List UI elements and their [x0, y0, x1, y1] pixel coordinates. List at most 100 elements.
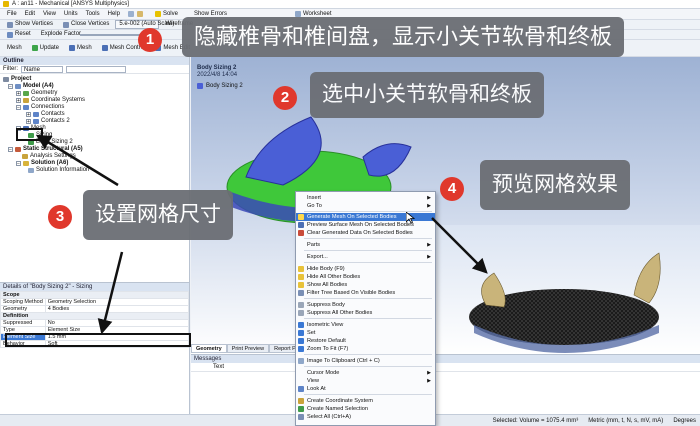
menu-item-hide-body[interactable]: Hide Body (F9) [296, 265, 435, 273]
details-row: Scope [0, 291, 189, 299]
tree-item-project[interactable]: Project [3, 76, 31, 83]
details-row[interactable]: Geometry 4 Bodies [0, 305, 190, 313]
step-1-badge: 1 [138, 28, 162, 52]
clipboard-icon [298, 358, 304, 364]
step-4-badge: 4 [440, 177, 464, 201]
menu-item-hide-all-other-bodies[interactable]: Hide All Other Bodies [296, 273, 435, 281]
menu-tools[interactable]: Tools [82, 9, 104, 20]
tree-item-contacts-2[interactable]: + Contacts 2 [26, 118, 70, 125]
reset-button[interactable]: Reset [3, 30, 35, 39]
submenu-arrow-icon: ▶ [427, 195, 431, 201]
menu-item-set[interactable]: Set [296, 329, 435, 337]
bulb-icon [298, 266, 304, 272]
menu-item-restore-default[interactable]: Restore Default [296, 337, 435, 345]
tree-item-solution[interactable]: − Solution (A6) [16, 160, 68, 167]
mesh-preview-svg [469, 252, 661, 353]
menu-item-filter-tree[interactable]: Filter Tree Based On Visible Bodies [296, 289, 435, 297]
tree-item-analysis-settings[interactable]: Analysis Settings [22, 153, 76, 160]
mesh-icon [298, 214, 304, 220]
menu-item-go-to[interactable]: Go To ▶ [296, 202, 435, 210]
menu-item-look-at[interactable]: Look At [296, 385, 435, 393]
menu-item-parts[interactable]: Parts ▶ [296, 241, 435, 249]
cartilage-right[interactable] [362, 143, 412, 177]
expand-node-icon[interactable]: + [16, 98, 21, 104]
menu-units[interactable]: Units [60, 9, 82, 20]
mesh-facet-right [633, 252, 661, 304]
submenu-arrow-icon: ▶ [427, 370, 431, 376]
open-icon[interactable] [136, 11, 143, 17]
tree-item-contacts[interactable]: + Contacts [26, 111, 65, 118]
collapse-node-icon[interactable]: − [8, 147, 13, 153]
connections-icon [23, 105, 29, 110]
step-4-callout: 预览网格效果 [480, 160, 630, 210]
menu-separator [304, 250, 432, 251]
expand-node-icon[interactable]: + [26, 119, 31, 125]
menu-item-suppress-all-other-bodies[interactable]: Suppress All Other Bodies [296, 309, 435, 317]
menu-item-cursor-mode[interactable]: Cursor Mode ▶ [296, 369, 435, 377]
filter-search-input[interactable] [66, 65, 126, 73]
tree-item-geometry[interactable]: + Geometry [16, 90, 57, 97]
tree-item-connections[interactable]: − Connections [16, 104, 64, 111]
tab-print-preview[interactable]: Print Preview [226, 344, 270, 353]
contacts-icon [33, 112, 39, 117]
menu-item-image-to-clipboard[interactable]: Image To Clipboard (Ctrl + C) [296, 357, 435, 365]
details-row[interactable]: Suppressed No [0, 319, 190, 327]
collapse-node-icon[interactable]: − [16, 161, 21, 167]
outline-panel: Outline Filter: Name Project − Model (A4… [0, 57, 190, 282]
menu-edit[interactable]: Edit [21, 9, 39, 20]
menu-item-create-coordinate-system[interactable]: Create Coordinate System [296, 397, 435, 405]
status-units[interactable]: Metric (mm, t, N, s, mV, mA) [588, 418, 663, 424]
status-angle[interactable]: Degrees [673, 418, 696, 424]
explode-slider[interactable] [80, 34, 140, 36]
expand-node-icon[interactable]: + [16, 91, 21, 97]
settings-icon [22, 154, 28, 159]
menu-item-zoom-to-fit[interactable]: Zoom To Fit (F7) [296, 345, 435, 353]
step-2-callout: 选中小关节软骨和终板 [310, 72, 544, 118]
menu-view[interactable]: View [39, 9, 60, 20]
collapse-node-icon[interactable]: − [16, 105, 21, 111]
tab-geometry[interactable]: Geometry [191, 344, 227, 353]
step-3-callout: 设置网格尺寸 [83, 190, 233, 240]
preview-icon [298, 222, 304, 228]
details-row[interactable]: Scoping Method Geometry Selection [0, 298, 190, 306]
details-panel: Details of "Body Sizing 2" - Sizing Scop… [0, 282, 190, 426]
show-vertices-button[interactable]: Show Vertices [3, 20, 57, 29]
menu-item-select-all[interactable]: Select All (Ctrl+A) [296, 413, 435, 421]
menu-item-show-all-bodies[interactable]: Show All Bodies [296, 281, 435, 289]
element-size-highlight-box [5, 333, 191, 347]
tree-item-coordinate-systems[interactable]: + Coordinate Systems [16, 97, 85, 104]
solve-icon [154, 11, 161, 17]
coord-icon [298, 398, 304, 404]
menu-item-insert[interactable]: Insert ▶ [296, 194, 435, 202]
menu-help[interactable]: Help [104, 9, 124, 20]
menu-file[interactable]: File [3, 9, 21, 20]
close-vertices-button[interactable]: Close Vertices [59, 20, 113, 29]
eye-icon [298, 386, 304, 392]
menu-item-clear-generated-data[interactable]: Clear Generated Data On Selected Bodies [296, 229, 435, 237]
context-menu: Insert ▶ Go To ▶ Generate Mesh On Selected… [295, 191, 436, 426]
contacts-icon [33, 119, 39, 124]
submenu-arrow-icon: ▶ [427, 242, 431, 248]
submenu-arrow-icon: ▶ [427, 378, 431, 384]
menu-item-view[interactable]: View ▶ [296, 377, 435, 385]
menu-item-export[interactable]: Export... ▶ [296, 253, 435, 261]
filter-label: Filter: [3, 66, 18, 72]
filter-icon [298, 290, 304, 296]
filter-select[interactable]: Name [21, 65, 63, 73]
expand-node-icon[interactable]: + [26, 112, 31, 118]
tree-item-solution-information[interactable]: Solution Information [28, 167, 89, 174]
mesh-button[interactable]: Mesh [65, 44, 96, 53]
geometry-icon [23, 91, 29, 96]
solve-button[interactable]: Solve [151, 10, 182, 19]
new-icon[interactable] [127, 11, 134, 17]
reset-icon [7, 31, 13, 38]
collapse-node-icon[interactable]: − [8, 84, 13, 90]
menu-item-isometric-view[interactable]: Isometric View [296, 321, 435, 329]
tree-item-model[interactable]: − Model (A4) [8, 83, 54, 90]
zoom-icon [298, 346, 304, 352]
tree-item-static-structural[interactable]: − Static Structural (A5) [8, 146, 83, 153]
menu-item-suppress-body[interactable]: Suppress Body [296, 301, 435, 309]
mouse-cursor-icon [406, 212, 415, 224]
menu-item-create-named-selection[interactable]: Create Named Selection [296, 405, 435, 413]
update-button[interactable]: Update [28, 44, 63, 53]
